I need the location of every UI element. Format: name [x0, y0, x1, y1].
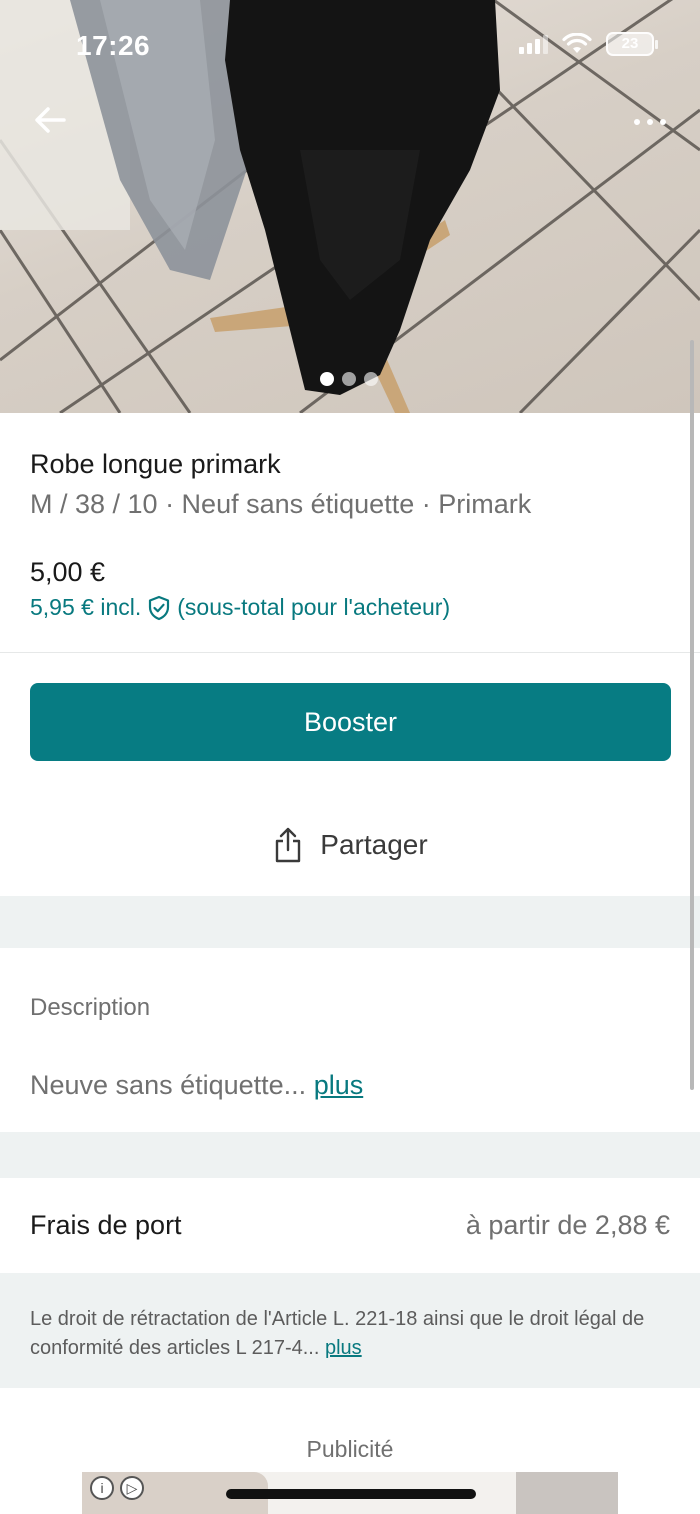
product-subtitle: M / 38 / 10 · Neuf sans étiquette · Prim…	[30, 489, 532, 519]
buyer-price-value: 5,95 € incl.	[30, 594, 142, 620]
description-text: Neuve sans étiquette... plus	[30, 1070, 363, 1101]
booster-button[interactable]: Booster	[30, 683, 671, 761]
share-icon	[276, 827, 301, 863]
product-price: 5,00 €	[30, 557, 106, 587]
section-divider	[0, 1132, 700, 1178]
battery-icon: 23	[606, 32, 658, 56]
photo-pagination	[320, 372, 378, 386]
share-label: Partager	[320, 829, 428, 860]
status-bar: 17:26 23	[0, 0, 700, 90]
section-divider	[0, 896, 700, 948]
product-photo[interactable]: 17:26 23	[0, 0, 700, 413]
signal-icon	[519, 34, 548, 54]
shipping-value: à partir de 2,88 €	[465, 1210, 670, 1240]
buyer-price-note: (sous-total pour l'acheteur)	[177, 594, 451, 620]
description-body: Neuve sans étiquette...	[30, 1070, 307, 1100]
legal-more-link[interactable]: plus	[325, 1337, 362, 1359]
ad-play-icon[interactable]: ▷	[120, 1476, 144, 1500]
ad-info-icon[interactable]: i	[90, 1476, 114, 1500]
wifi-icon	[562, 33, 592, 53]
buyer-price[interactable]: 5,95 € incl. (sous-total pour l'acheteur…	[30, 594, 450, 621]
share-button[interactable]: Partager	[0, 810, 700, 880]
description-more-link[interactable]: plus	[314, 1070, 364, 1100]
legal-text: Le droit de rétractation de l'Article L.…	[30, 1305, 650, 1363]
description-title: Description	[30, 994, 151, 1021]
ad-controls: i ▷	[90, 1476, 144, 1500]
photo-dot	[342, 372, 356, 386]
product-title: Robe longue primark	[30, 449, 281, 479]
scrollbar[interactable]	[690, 340, 694, 1090]
legal-notice: Le droit de rétractation de l'Article L.…	[0, 1273, 700, 1388]
photo-dot	[320, 372, 334, 386]
home-indicator[interactable]	[226, 1489, 476, 1499]
back-arrow-icon	[35, 107, 66, 133]
status-icons: 23	[519, 32, 658, 56]
shipping-label: Frais de port	[30, 1210, 182, 1240]
description-section: Description Neuve sans étiquette... plus	[0, 948, 700, 1132]
product-info: Robe longue primark M / 38 / 10 · Neuf s…	[0, 413, 700, 653]
status-time: 17:26	[76, 30, 151, 61]
more-options-icon[interactable]	[626, 108, 674, 136]
photo-dot	[364, 372, 378, 386]
back-button[interactable]	[30, 100, 70, 140]
ad-label: Publicité	[306, 1436, 394, 1462]
shield-check-icon	[149, 595, 170, 620]
ad-image-right	[516, 1472, 618, 1514]
shipping-row[interactable]: Frais de port à partir de 2,88 €	[0, 1178, 700, 1273]
